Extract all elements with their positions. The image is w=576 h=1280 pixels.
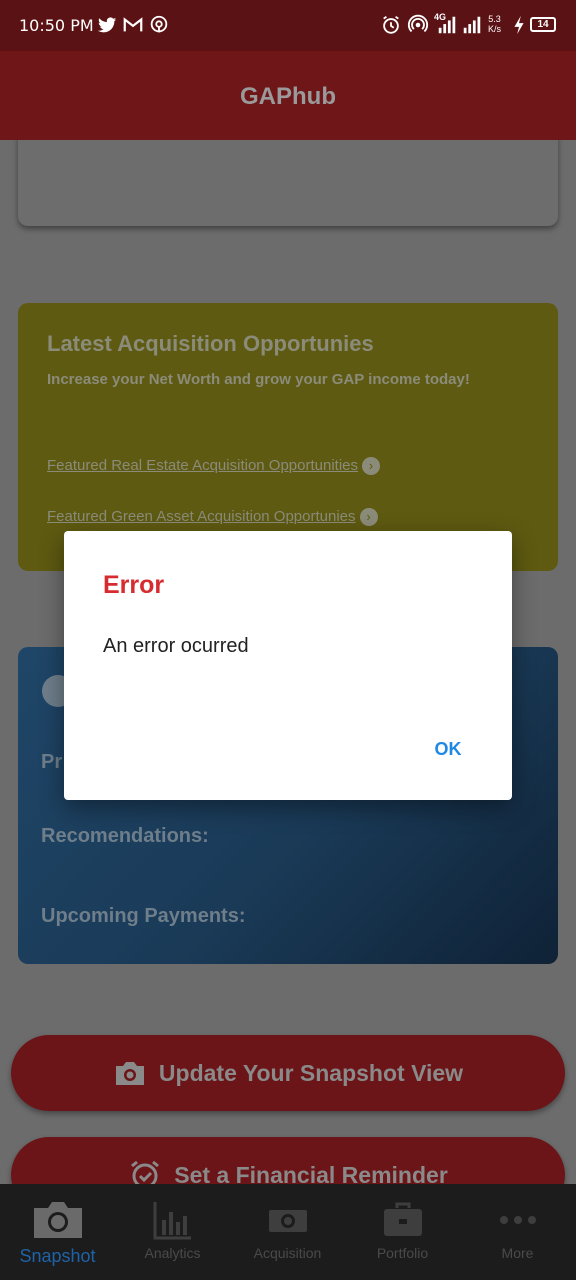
dialog-message: An error ocurred bbox=[103, 635, 249, 657]
dialog-title: Error bbox=[103, 571, 165, 599]
update-snapshot-label: Update Your Snapshot View bbox=[158, 1059, 464, 1086]
recommendations-label: Recomendations: bbox=[41, 825, 209, 847]
set-reminder-label: Set a Financial Reminder bbox=[174, 1161, 448, 1185]
chevron-right-icon: › bbox=[359, 508, 378, 527]
charging-icon bbox=[512, 14, 526, 36]
top-card bbox=[18, 140, 558, 226]
status-bar: 10:50 PM 4G 5.3 K/s 14 bbox=[0, 0, 576, 51]
profile-line: Pr bbox=[41, 751, 63, 773]
update-snapshot-button[interactable]: Update Your Snapshot View bbox=[11, 1035, 565, 1111]
app-title: GAPhub bbox=[240, 83, 336, 110]
nav-analytics[interactable]: Analytics bbox=[115, 1184, 230, 1280]
nav-snapshot[interactable]: Snapshot bbox=[0, 1184, 115, 1280]
nav-label: Snapshot bbox=[19, 1246, 96, 1266]
battery-icon: 14 bbox=[530, 17, 556, 32]
status-time: 10:50 PM bbox=[19, 16, 94, 35]
gmail-icon bbox=[122, 14, 144, 36]
real-estate-link[interactable]: Featured Real Estate Acquisition Opportu… bbox=[47, 457, 381, 476]
green-asset-link[interactable]: Featured Green Asset Acquisition Opportu… bbox=[47, 508, 378, 527]
upcoming-payments-label: Upcoming Payments: bbox=[41, 905, 246, 927]
camera-icon bbox=[113, 1058, 147, 1088]
acquisition-subtitle: Increase your Net Worth and grow your GA… bbox=[47, 371, 470, 388]
money-icon bbox=[268, 1200, 308, 1240]
nav-label: Analytics bbox=[144, 1245, 201, 1261]
ok-button[interactable]: OK bbox=[418, 729, 478, 769]
nav-label: Acquisition bbox=[253, 1245, 322, 1261]
camera-icon bbox=[32, 1200, 84, 1240]
network-speed: 5.3 K/s bbox=[488, 14, 502, 34]
nav-portfolio[interactable]: Portfolio bbox=[345, 1184, 460, 1280]
briefcase-icon bbox=[383, 1200, 423, 1240]
nav-acquisition[interactable]: Acquisition bbox=[230, 1184, 345, 1280]
signal-icon-2 bbox=[461, 14, 483, 36]
hotspot-icon bbox=[407, 14, 429, 36]
bar-chart-icon bbox=[153, 1200, 193, 1240]
bottom-nav: Snapshot Analytics Acquisition Portfolio… bbox=[0, 1184, 576, 1280]
twitter-icon bbox=[96, 14, 118, 36]
alarm-icon bbox=[380, 14, 402, 36]
nav-label: More bbox=[501, 1245, 534, 1261]
nav-more[interactable]: More bbox=[460, 1184, 575, 1280]
nav-label: Portfolio bbox=[376, 1245, 429, 1261]
podcast-icon bbox=[148, 14, 170, 36]
signal-icon bbox=[436, 14, 458, 36]
error-dialog: Error An error ocurred OK bbox=[64, 531, 512, 800]
acquisition-title: Latest Acquisition Opportunies bbox=[47, 331, 374, 356]
chevron-right-icon: › bbox=[362, 457, 381, 476]
alarm-icon bbox=[128, 1160, 162, 1184]
set-reminder-button[interactable]: Set a Financial Reminder bbox=[11, 1137, 565, 1184]
app-bar: GAPhub bbox=[0, 51, 576, 140]
more-dots-icon bbox=[498, 1200, 538, 1240]
